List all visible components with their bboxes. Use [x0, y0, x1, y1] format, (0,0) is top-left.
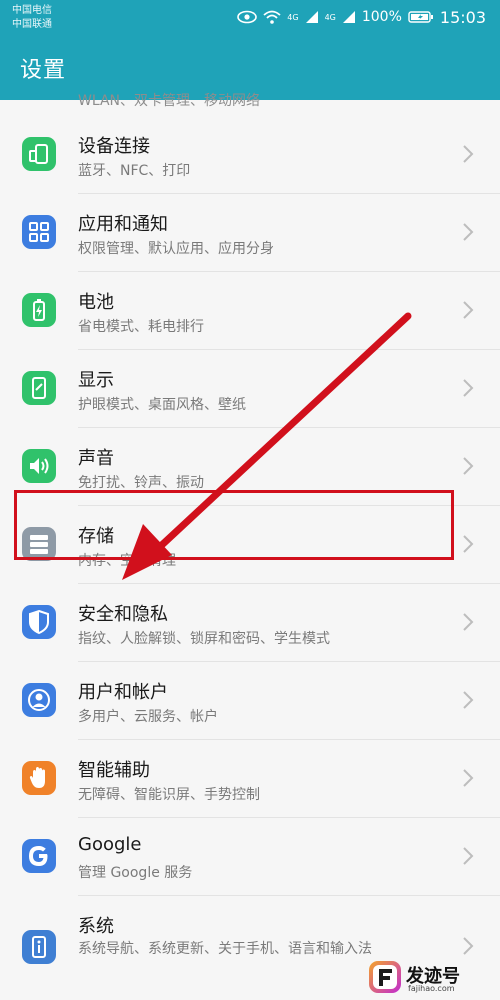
settings-item-display[interactable]: 显示 护眼模式、桌面风格、壁纸: [0, 350, 500, 428]
watermark-logo-icon: [369, 961, 401, 993]
device-connection-icon: [22, 137, 56, 171]
signal-1-label: 4G: [287, 12, 299, 22]
watermark: 发迹号 fajihao.com: [368, 960, 494, 996]
settings-item-subtitle: 蓝牙、NFC、打印: [78, 163, 191, 179]
chevron-right-icon: [463, 937, 474, 955]
app-header: 中国电信 中国联通 4G 4G 100% 15:03 设置: [0, 0, 500, 100]
shield-icon: [22, 605, 56, 639]
carrier-info: 中国电信 中国联通: [12, 4, 52, 32]
settings-item-subtitle: 护眼模式、桌面风格、壁纸: [78, 397, 246, 413]
clock: 15:03: [439, 7, 486, 27]
settings-item-smart-assistance[interactable]: 智能辅助 无障碍、智能识屏、手势控制: [0, 740, 500, 818]
settings-item-apps-notifications[interactable]: 应用和通知 权限管理、默认应用、应用分身: [0, 194, 500, 272]
chevron-right-icon: [463, 457, 474, 475]
chevron-right-icon: [463, 223, 474, 241]
signal-2-icon: [342, 11, 355, 23]
signal-1-icon: [305, 11, 318, 23]
settings-item-title: 智能辅助: [78, 760, 150, 781]
carrier-2: 中国联通: [12, 19, 52, 30]
display-icon: [22, 371, 56, 405]
settings-item-device-connection[interactable]: 设备连接 蓝牙、NFC、打印: [0, 116, 500, 194]
page-title: 设置: [20, 58, 67, 83]
settings-item-subtitle: 权限管理、默认应用、应用分身: [78, 241, 274, 257]
wifi-icon: [263, 10, 281, 24]
settings-item-subtitle: 管理 Google 服务: [78, 865, 193, 881]
system-info-icon: [22, 930, 56, 964]
chevron-right-icon: [463, 769, 474, 787]
battery-icon: [22, 293, 56, 327]
settings-item-subtitle: 免打扰、铃声、振动: [78, 475, 204, 491]
chevron-right-icon: [463, 847, 474, 865]
eye-comfort-icon: [237, 10, 258, 24]
carrier-1: 中国电信: [12, 5, 52, 16]
user-icon: [22, 683, 56, 717]
google-icon: [22, 839, 56, 873]
battery-status-icon: [408, 11, 433, 23]
settings-item-subtitle: 指纹、人脸解锁、锁屏和密码、学生模式: [78, 631, 330, 647]
settings-item-subtitle: 省电模式、耗电排行: [78, 319, 204, 335]
settings-item-title: 设备连接: [78, 136, 150, 157]
settings-item-google[interactable]: Google 管理 Google 服务: [0, 818, 500, 896]
settings-item-subtitle: 系统导航、系统更新、关于手机、语言和输入法: [78, 941, 372, 957]
chevron-right-icon: [463, 301, 474, 319]
settings-item-title: 电池: [78, 292, 114, 313]
sound-icon: [22, 449, 56, 483]
settings-item-title: 用户和帐户: [78, 682, 168, 703]
chevron-right-icon: [463, 613, 474, 631]
settings-item-battery[interactable]: 电池 省电模式、耗电排行: [0, 272, 500, 350]
settings-item-subtitle: 多用户、云服务、帐户: [78, 709, 218, 725]
settings-item-title: 显示: [78, 370, 114, 391]
chevron-right-icon: [463, 535, 474, 553]
partial-item-subtitle: WLAN、双卡管理、移动网络: [78, 93, 261, 109]
battery-percent: 100%: [361, 9, 402, 25]
signal-2-label: 4G: [324, 12, 336, 22]
highlight-box: [14, 490, 454, 560]
settings-item-subtitle: 无障碍、智能识屏、手势控制: [78, 787, 260, 803]
hand-icon: [22, 761, 56, 795]
settings-item-security-privacy[interactable]: 安全和隐私 指纹、人脸解锁、锁屏和密码、学生模式: [0, 584, 500, 662]
chevron-right-icon: [463, 379, 474, 397]
settings-item-title: 应用和通知: [78, 214, 168, 235]
settings-item-users-accounts[interactable]: 用户和帐户 多用户、云服务、帐户: [0, 662, 500, 740]
chevron-right-icon: [463, 145, 474, 163]
apps-icon: [22, 215, 56, 249]
watermark-domain: fajihao.com: [408, 984, 455, 993]
settings-item-title: 安全和隐私: [78, 604, 168, 625]
settings-item-title: 系统: [78, 916, 114, 937]
status-icons: 4G 4G 100% 15:03: [237, 7, 486, 27]
settings-item-title: Google: [78, 834, 142, 855]
settings-item-title: 声音: [78, 448, 114, 469]
chevron-right-icon: [463, 691, 474, 709]
